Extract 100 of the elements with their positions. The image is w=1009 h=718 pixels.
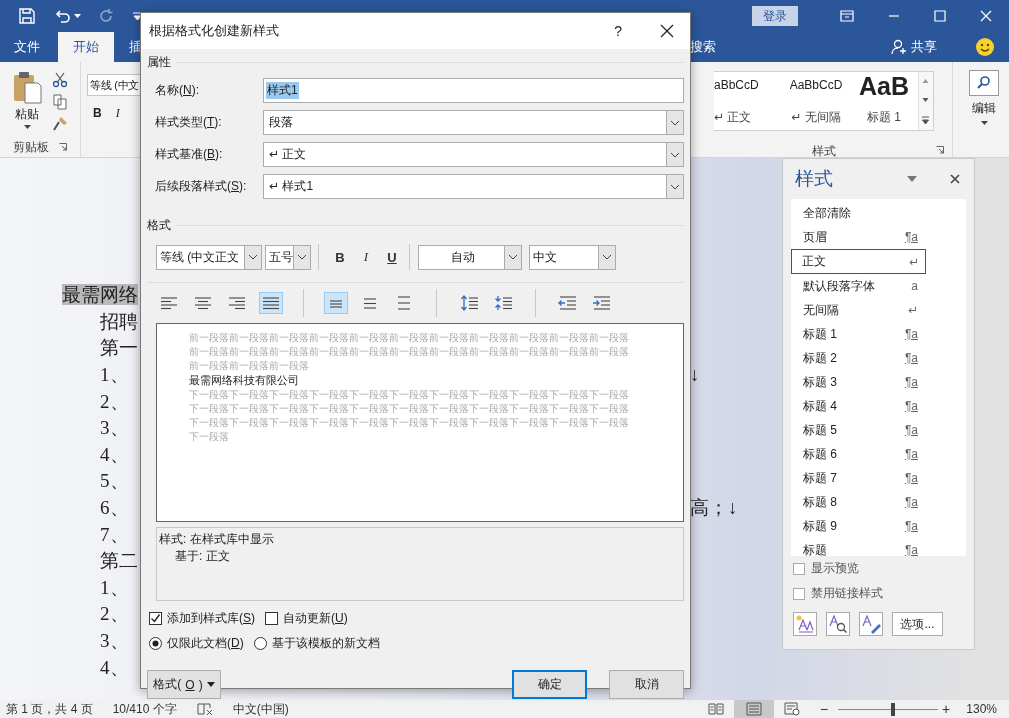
- caret-icon: [670, 119, 680, 126]
- style-inspector-icon[interactable]: [826, 612, 850, 636]
- style-list-item[interactable]: 标题 6 ¶a: [791, 442, 926, 466]
- cancel-button[interactable]: 取消: [609, 670, 684, 699]
- zoom-out-button[interactable]: −: [819, 701, 829, 717]
- redo-icon[interactable]: [99, 8, 115, 24]
- checkbox-label[interactable]: 显示预览: [811, 560, 859, 577]
- caret-icon: [248, 254, 258, 260]
- help-button[interactable]: ?: [614, 23, 622, 39]
- language-label[interactable]: 中文(中国): [232, 700, 289, 718]
- radio-button[interactable]: [253, 636, 267, 650]
- document-text: 5、: [100, 470, 129, 492]
- style-list-item[interactable]: 标题 2 ¶a: [791, 346, 926, 370]
- search-tab[interactable]: 搜索: [690, 32, 731, 62]
- font-dropdown[interactable]: 等线 (中文正文: [156, 244, 262, 270]
- radio-label[interactable]: 基于该模板的新文档: [271, 634, 380, 652]
- person-icon[interactable]: [891, 39, 907, 55]
- italic-button[interactable]: I: [115, 106, 120, 121]
- style-list-item[interactable]: 标题 ¶a: [791, 538, 926, 556]
- read-mode-icon[interactable]: [707, 702, 724, 716]
- style-list-item[interactable]: 标题 5 ¶a: [791, 418, 926, 442]
- style-gallery-item[interactable]: AaB 标题 1: [850, 72, 918, 130]
- style-list-item[interactable]: 标题 8 ¶a: [791, 490, 926, 514]
- checkbox[interactable]: [265, 611, 278, 625]
- bold-button[interactable]: B: [327, 249, 353, 265]
- format-painter-icon[interactable]: [52, 116, 68, 132]
- dropdown-field[interactable]: 段落: [263, 110, 684, 135]
- caret-icon: [23, 125, 31, 129]
- save-icon[interactable]: [19, 8, 35, 24]
- single-spacing-icon[interactable]: [324, 292, 348, 314]
- style-gallery-item[interactable]: AaBbCcD ↵ 无间隔: [782, 72, 850, 130]
- size-dropdown[interactable]: 五号: [265, 244, 311, 270]
- editing-button[interactable]: 编辑: [959, 70, 1009, 125]
- caret-icon[interactable]: [74, 13, 81, 19]
- proofing-icon[interactable]: [196, 702, 213, 716]
- justify-icon[interactable]: [259, 292, 283, 314]
- manage-styles-icon[interactable]: [859, 612, 883, 636]
- style-gallery-item[interactable]: aBbCcD ↵ 正文: [714, 72, 782, 130]
- style-list-item[interactable]: 标题 4 ¶a: [791, 394, 926, 418]
- scissors-icon[interactable]: [52, 72, 68, 88]
- document-text: 3、: [100, 630, 129, 651]
- style-list-item[interactable]: 全部清除: [791, 201, 926, 225]
- bold-button[interactable]: B: [93, 106, 102, 121]
- options-button[interactable]: 选项...: [892, 612, 943, 636]
- radio-button[interactable]: [149, 636, 162, 650]
- checkbox-label[interactable]: 自动更新(U): [283, 609, 348, 627]
- style-list-item[interactable]: 标题 7 ¶a: [791, 466, 926, 490]
- dialog-launcher-icon[interactable]: [936, 146, 944, 154]
- format-menu-button[interactable]: 格式( O ): [147, 670, 221, 699]
- radio-label[interactable]: 仅限此文档(D): [167, 634, 244, 652]
- field-label: 样式基准(B):: [154, 146, 224, 163]
- close-icon[interactable]: [660, 24, 674, 38]
- caret-icon[interactable]: [907, 176, 917, 182]
- ribbon-display-icon[interactable]: [840, 10, 854, 22]
- caret-icon: [206, 682, 215, 687]
- web-layout-icon[interactable]: [783, 702, 800, 716]
- checkbox[interactable]: [793, 587, 805, 600]
- undo-icon[interactable]: [53, 8, 71, 24]
- new-style-icon[interactable]: [793, 612, 817, 636]
- checkbox-label[interactable]: 添加到样式库(S): [167, 609, 255, 627]
- group-label: 样式: [812, 143, 836, 160]
- share-button[interactable]: 共享: [911, 38, 937, 56]
- zoom-thumb[interactable]: [891, 702, 896, 716]
- script-dropdown[interactable]: 中文: [529, 244, 616, 270]
- style-list-item[interactable]: 标题 1 ¶a: [791, 322, 926, 346]
- underline-button[interactable]: U: [379, 249, 405, 265]
- style-list-item[interactable]: 默认段落字体 a: [791, 274, 926, 298]
- dropdown-field[interactable]: ↵ 正文: [263, 142, 684, 167]
- zoom-level[interactable]: 130%: [966, 702, 997, 716]
- smiley-icon[interactable]: [975, 37, 995, 57]
- style-list-item[interactable]: 标题 9 ¶a: [791, 514, 926, 538]
- style-list-item[interactable]: 页眉 ¶a: [791, 225, 926, 249]
- customize-caret-icon[interactable]: [133, 11, 142, 21]
- ribbon-tab[interactable]: 开始: [58, 32, 114, 62]
- maximize-icon[interactable]: [934, 10, 946, 22]
- description-text: 基于: 正文: [174, 548, 231, 565]
- paste-button[interactable]: 粘贴: [12, 70, 42, 138]
- dialog-launcher-icon[interactable]: [59, 143, 67, 152]
- print-layout-icon[interactable]: [733, 700, 774, 718]
- checkbox[interactable]: [793, 562, 805, 575]
- checkbox[interactable]: [149, 611, 162, 625]
- login-button[interactable]: 登录: [752, 6, 798, 26]
- style-list-item[interactable]: 标题 3 ¶a: [791, 370, 926, 394]
- close-icon[interactable]: [950, 174, 960, 184]
- checkbox-label[interactable]: 禁用链接样式: [811, 585, 883, 602]
- font-name-field[interactable]: 等线 (中文: [87, 74, 141, 96]
- ok-button[interactable]: 确定: [512, 670, 587, 699]
- copy-icon[interactable]: [52, 94, 68, 110]
- style-list-item[interactable]: 正文 ↵: [791, 249, 926, 274]
- name-field[interactable]: 样式1: [263, 78, 684, 103]
- word-count[interactable]: 10/410 个字: [112, 700, 177, 718]
- dropdown-field[interactable]: ↵ 样式1: [263, 174, 684, 199]
- ribbon-tab[interactable]: 文件: [14, 32, 55, 62]
- document-text: 2、: [100, 603, 129, 625]
- color-dropdown[interactable]: 自动: [418, 244, 522, 270]
- zoom-in-button[interactable]: +: [942, 701, 951, 717]
- style-list-item[interactable]: 无间隔 ↵: [791, 298, 926, 322]
- caret-icon: [297, 254, 307, 260]
- page-count[interactable]: 第 1 页，共 4 页: [6, 700, 93, 718]
- italic-button[interactable]: I: [353, 249, 379, 265]
